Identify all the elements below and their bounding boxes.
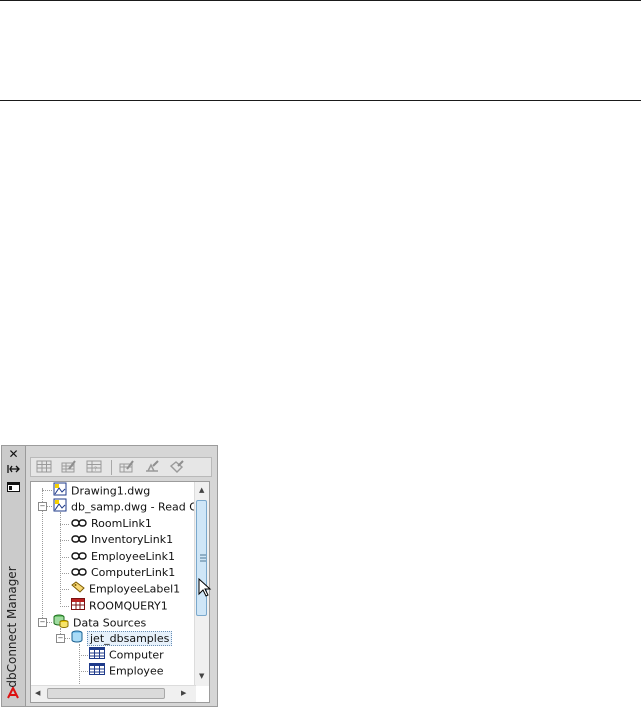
tree-item[interactable]: EmployeeLink1 bbox=[71, 549, 175, 565]
tree-line bbox=[60, 557, 69, 558]
collapse-toggle[interactable]: − bbox=[38, 618, 47, 627]
tree-item[interactable]: RoomLink1 bbox=[71, 516, 152, 532]
tree-line bbox=[79, 644, 80, 684]
execute-query-icon[interactable]: ? bbox=[86, 460, 102, 474]
tree-item[interactable]: Data Sources bbox=[53, 614, 146, 630]
tree-item[interactable]: ROOMQUERY1 bbox=[71, 598, 168, 614]
link-icon bbox=[71, 516, 87, 532]
tree-line bbox=[79, 655, 88, 656]
drawing-icon bbox=[53, 498, 67, 517]
view-table-icon[interactable] bbox=[36, 460, 52, 474]
tree-item-label: db_samp.dwg - Read On bbox=[71, 500, 205, 514]
table-icon bbox=[89, 647, 105, 664]
tree-item[interactable]: EmployeeLabel1 bbox=[71, 581, 180, 597]
tree-item-label: Computer bbox=[109, 648, 164, 662]
properties-icon[interactable] bbox=[6, 482, 21, 494]
tree-line bbox=[60, 573, 69, 574]
tree-item[interactable]: ComputerLink1 bbox=[71, 565, 175, 581]
dbconnect-toolbar: ? bbox=[30, 457, 212, 477]
tree-item-label: EmployeeLabel1 bbox=[89, 582, 181, 596]
tree-item[interactable]: InventoryLink1 bbox=[71, 532, 173, 548]
scroll-up-arrow-icon[interactable]: ▲ bbox=[199, 486, 204, 494]
autocad-logo-icon[interactable] bbox=[7, 685, 19, 703]
tree-line bbox=[42, 490, 52, 491]
tree-item-label: jet_dbsamples bbox=[87, 631, 173, 646]
top-border-line bbox=[0, 0, 641, 1]
toolbar-separator bbox=[111, 460, 112, 475]
scroll-right-arrow-icon[interactable]: ▶ bbox=[181, 689, 186, 697]
palette-title-bar[interactable]: ✕ dbConnect Manager bbox=[2, 446, 26, 706]
tree-item-label: Employee bbox=[109, 664, 164, 678]
link-icon bbox=[71, 532, 87, 548]
dbconnect-manager-palette: ✕ dbConnect Manager ? − − − Drawing1.dwg… bbox=[1, 445, 218, 707]
scroll-down-arrow-icon[interactable]: ▼ bbox=[199, 672, 204, 680]
tree-item-label: EmployeeLink1 bbox=[91, 550, 176, 563]
tree-line bbox=[60, 589, 69, 590]
grip-icon bbox=[200, 554, 206, 562]
tree-item-label: RoomLink1 bbox=[91, 517, 152, 530]
dbconnect-tree-view[interactable]: − − − Drawing1.dwg db_samp.dwg - Read On… bbox=[30, 481, 210, 703]
scroll-left-arrow-icon[interactable]: ◀ bbox=[35, 689, 40, 697]
tree-item[interactable]: Drawing1.dwg bbox=[53, 482, 150, 498]
tree-item-label: Data Sources bbox=[73, 616, 147, 630]
svg-text:?: ? bbox=[94, 466, 97, 473]
tree-item-label: ROOMQUERY1 bbox=[89, 599, 168, 613]
tree-item-label: Drawing1.dwg bbox=[71, 484, 151, 498]
horizontal-scroll-thumb[interactable] bbox=[47, 688, 165, 699]
tree-item-label: ComputerLink1 bbox=[91, 566, 176, 579]
new-label-template-icon[interactable] bbox=[169, 460, 185, 474]
data-sources-icon bbox=[53, 614, 69, 633]
tree-item[interactable]: Employee bbox=[89, 663, 163, 679]
collapse-toggle[interactable]: − bbox=[56, 634, 65, 643]
edit-table-icon[interactable] bbox=[61, 460, 77, 474]
tree-line bbox=[79, 671, 88, 672]
link-icon bbox=[71, 565, 87, 581]
tree-line bbox=[60, 606, 69, 607]
tree-item-label: InventoryLink1 bbox=[91, 533, 174, 546]
link-icon bbox=[71, 549, 87, 565]
palette-title: dbConnect Manager bbox=[5, 566, 19, 688]
autohide-icon[interactable] bbox=[6, 464, 21, 476]
tree-line bbox=[60, 540, 69, 541]
mouse-cursor-icon bbox=[198, 577, 212, 602]
collapse-toggle[interactable]: − bbox=[38, 502, 47, 511]
new-link-template-icon[interactable] bbox=[144, 460, 160, 474]
new-query-icon[interactable] bbox=[119, 460, 135, 474]
separator-line bbox=[0, 100, 641, 101]
query-icon bbox=[71, 598, 85, 615]
table-icon bbox=[89, 663, 105, 680]
tree-line bbox=[60, 524, 69, 525]
tree-line bbox=[60, 512, 61, 604]
tree-item-selected[interactable]: jet_dbsamples bbox=[71, 630, 173, 648]
tree-item[interactable]: Computer bbox=[89, 647, 164, 663]
horizontal-scrollbar[interactable]: ◀ ▶ bbox=[31, 685, 196, 702]
database-icon bbox=[71, 630, 83, 648]
tree-item[interactable]: db_samp.dwg - Read On bbox=[53, 498, 205, 514]
label-icon bbox=[71, 581, 85, 598]
close-icon[interactable]: ✕ bbox=[6, 448, 21, 460]
